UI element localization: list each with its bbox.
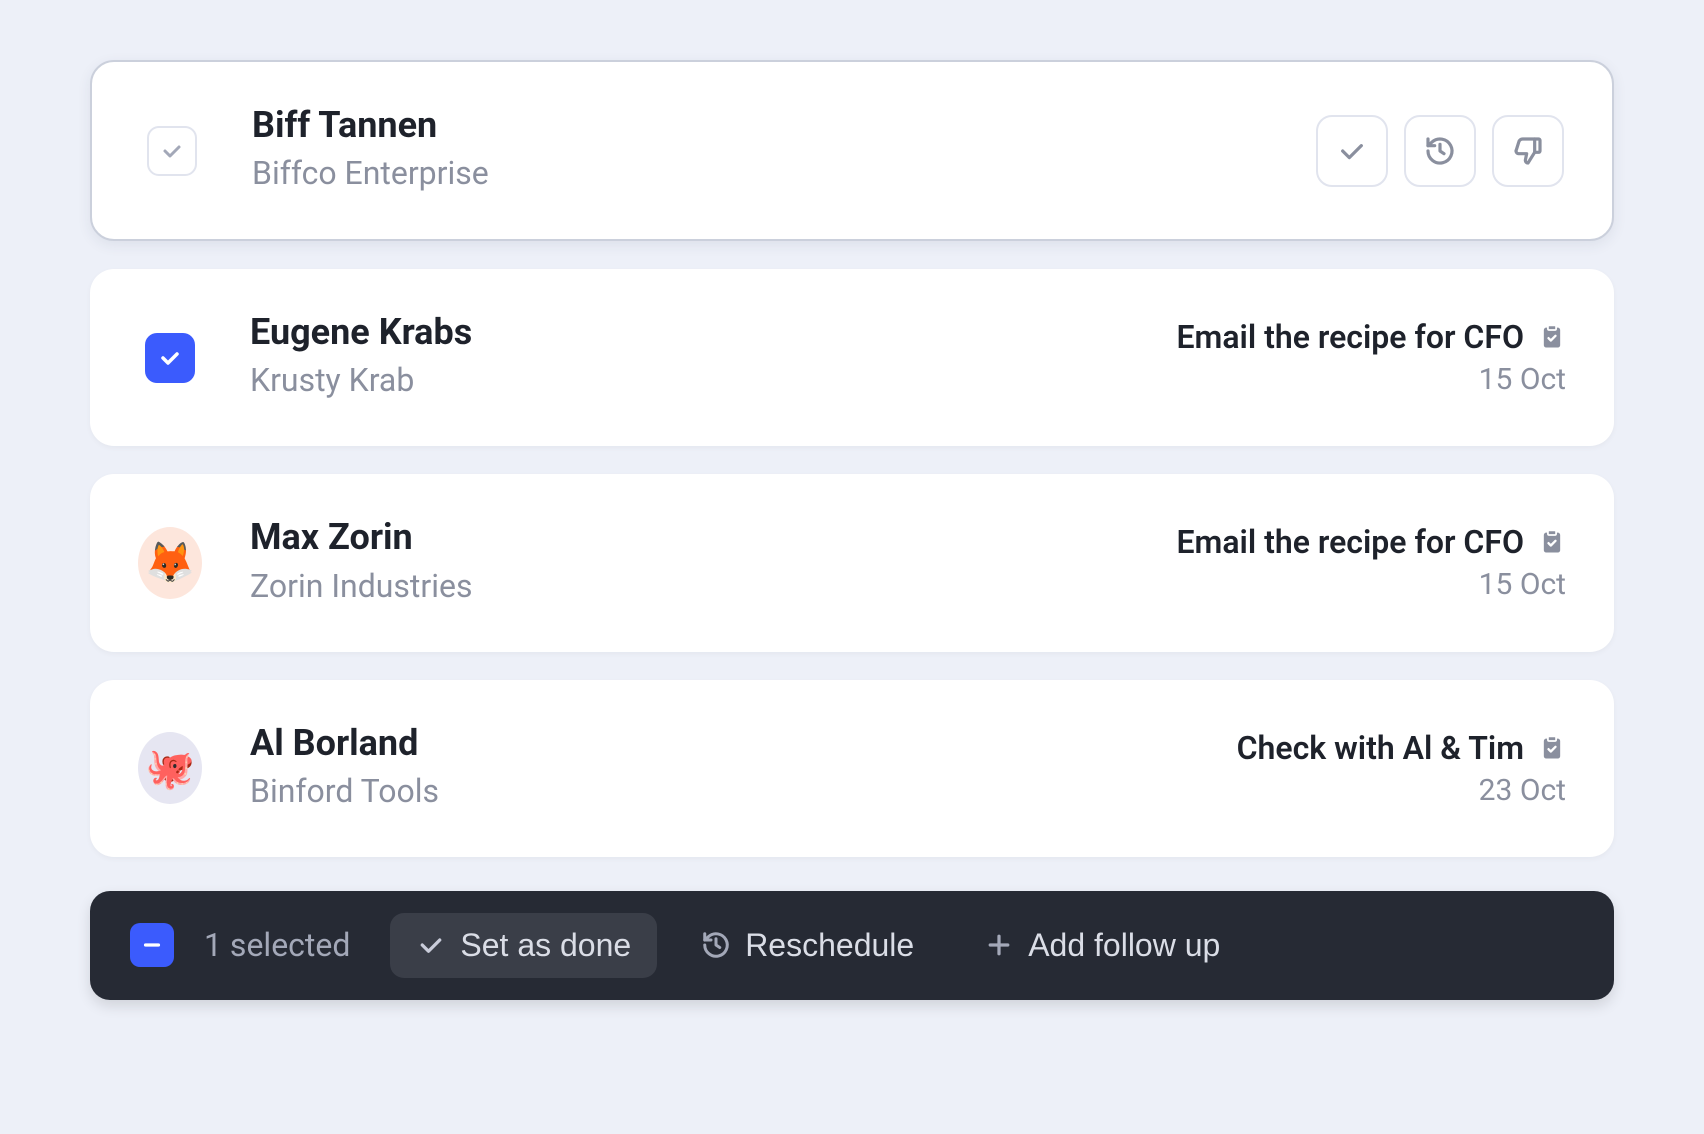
history-icon [1424, 135, 1456, 167]
contact-card[interactable]: 🐙 Al Borland Binford Tools Check with Al… [90, 680, 1614, 857]
company-name: Zorin Industries [250, 562, 1176, 610]
done-button[interactable] [1316, 115, 1388, 187]
add-followup-button[interactable]: Add follow up [958, 913, 1246, 978]
select-checkbox[interactable] [145, 333, 195, 383]
button-label: Set as done [460, 927, 631, 964]
plus-icon [984, 930, 1014, 960]
set-done-button[interactable]: Set as done [390, 913, 657, 978]
task-text: Email the recipe for CFO [1176, 318, 1524, 356]
clipboard-icon [1538, 528, 1566, 556]
contact-name: Biff Tannen [252, 104, 1316, 147]
check-icon [416, 930, 446, 960]
company-name: Krusty Krab [250, 356, 1176, 404]
deselect-all-checkbox[interactable] [130, 923, 174, 967]
button-label: Reschedule [745, 927, 914, 964]
avatar: 🦊 [138, 527, 202, 599]
contact-card[interactable]: 🦊 Max Zorin Zorin Industries Email the r… [90, 474, 1614, 651]
check-icon [1336, 135, 1368, 167]
company-name: Binford Tools [250, 767, 1237, 815]
check-icon [160, 139, 184, 163]
contact-name: Al Borland [250, 722, 1237, 765]
contact-card[interactable]: Eugene Krabs Krusty Krab Email the recip… [90, 269, 1614, 446]
bulk-action-bar: 1 selected Set as done Reschedule Add fo… [90, 891, 1614, 1000]
clipboard-icon [1538, 323, 1566, 351]
selected-count: 1 selected [204, 926, 350, 964]
task-date: 23 Oct [1479, 773, 1566, 808]
history-icon [701, 930, 731, 960]
task-text: Check with Al & Tim [1237, 729, 1524, 767]
thumbs-down-icon [1512, 135, 1544, 167]
task-text: Email the recipe for CFO [1176, 523, 1524, 561]
clipboard-icon [1538, 734, 1566, 762]
select-checkbox[interactable] [147, 126, 197, 176]
check-icon [158, 346, 182, 370]
contact-card[interactable]: Biff Tannen Biffco Enterprise [90, 60, 1614, 241]
avatar: 🐙 [138, 732, 202, 804]
reschedule-button[interactable] [1404, 115, 1476, 187]
task-date: 15 Oct [1479, 362, 1566, 397]
contact-name: Max Zorin [250, 516, 1176, 559]
minus-icon [141, 934, 163, 956]
dislike-button[interactable] [1492, 115, 1564, 187]
company-name: Biffco Enterprise [252, 149, 1316, 197]
task-date: 15 Oct [1479, 567, 1566, 602]
reschedule-button[interactable]: Reschedule [675, 913, 940, 978]
contact-name: Eugene Krabs [250, 311, 1176, 354]
button-label: Add follow up [1028, 927, 1220, 964]
